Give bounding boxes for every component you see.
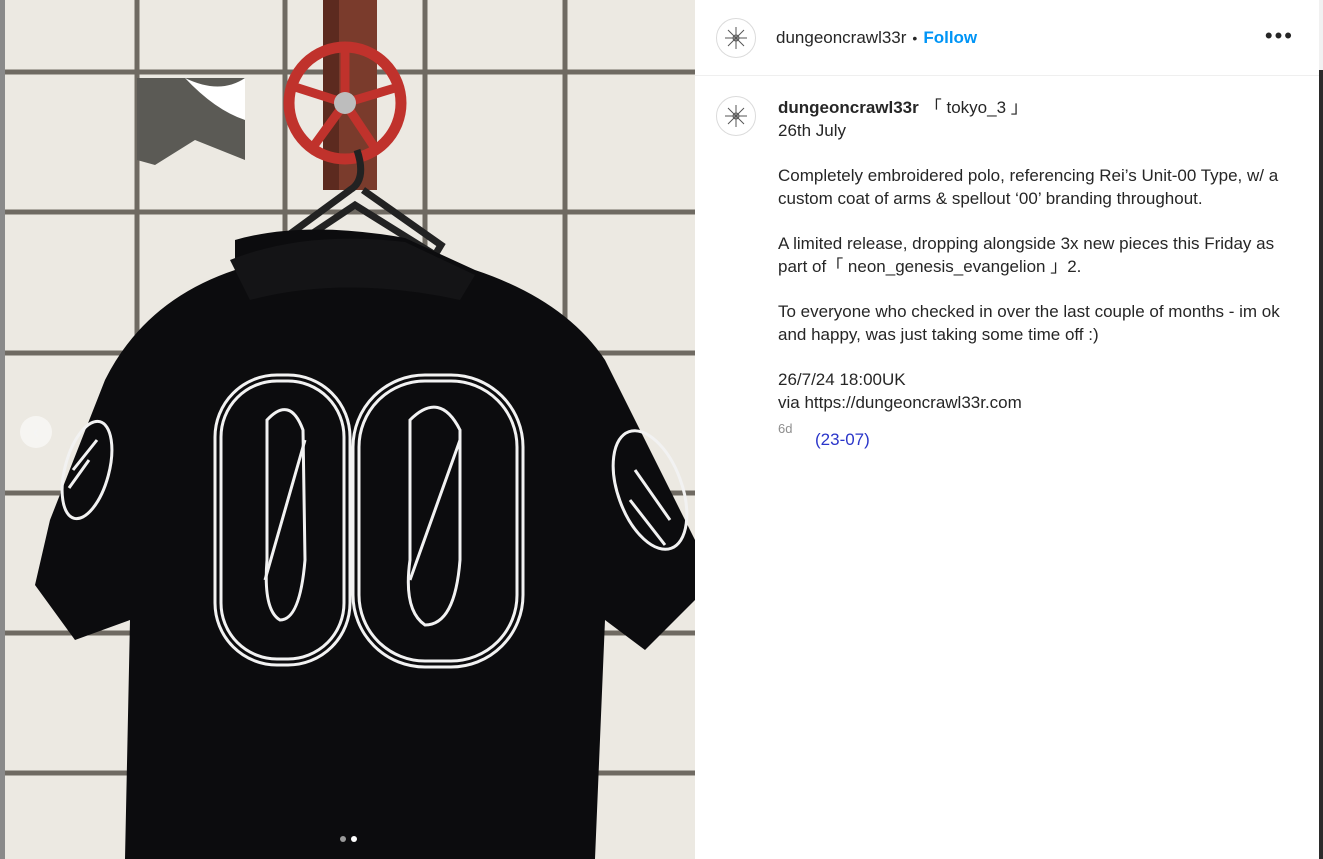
- window-edge-right-top: [1319, 0, 1323, 70]
- caption-first-line: dungeoncrawl33r 「 tokyo_3 」: [778, 96, 1288, 119]
- caption-text: dungeoncrawl33r 「 tokyo_3 」 26th July Com…: [778, 96, 1288, 414]
- snowflake-logo-icon: [725, 26, 747, 49]
- carousel-dot-active[interactable]: [351, 836, 357, 842]
- carousel-prev-button[interactable]: ‹: [20, 416, 52, 448]
- caption-paragraph-2: A limited release, dropping alongside 3x…: [778, 234, 1275, 276]
- header-separator: •: [912, 29, 918, 46]
- post-author-username[interactable]: dungeoncrawl33r: [776, 28, 906, 48]
- caption-location-tag: 「 tokyo_3 」: [924, 98, 1028, 117]
- post-media[interactable]: ‹: [5, 0, 695, 859]
- window-edge-right: [1319, 0, 1323, 859]
- caption-date-line: 26th July: [778, 121, 847, 140]
- snowflake-logo-icon: [725, 105, 747, 127]
- post-header: dungeoncrawl33r • Follow •••: [695, 0, 1319, 76]
- post-date-link[interactable]: (23-07): [815, 430, 870, 450]
- avatar[interactable]: [716, 17, 756, 58]
- caption-paragraph-1: Completely embroidered polo, referencing…: [778, 166, 1279, 208]
- post-time-ago[interactable]: 6d: [778, 421, 792, 436]
- follow-button[interactable]: Follow: [923, 28, 977, 48]
- caption-paragraph-3: To everyone who checked in over the last…: [778, 302, 1280, 344]
- caption-via-line: via https://dungeoncrawl33r.com: [778, 393, 1022, 412]
- carousel-dot[interactable]: [340, 836, 346, 842]
- caption-release-line: 26/7/24 18:00UK: [778, 370, 906, 389]
- more-horizontal-icon[interactable]: •••: [1265, 25, 1294, 47]
- carousel-dots: [340, 836, 357, 842]
- chevron-left-icon: ‹: [33, 421, 39, 442]
- caption-username[interactable]: dungeoncrawl33r: [778, 98, 919, 117]
- caption-avatar[interactable]: [716, 96, 756, 136]
- polo-shirt-photo: [5, 0, 695, 859]
- post-details-panel: dungeoncrawl33r • Follow ••• dungeoncraw…: [695, 0, 1319, 859]
